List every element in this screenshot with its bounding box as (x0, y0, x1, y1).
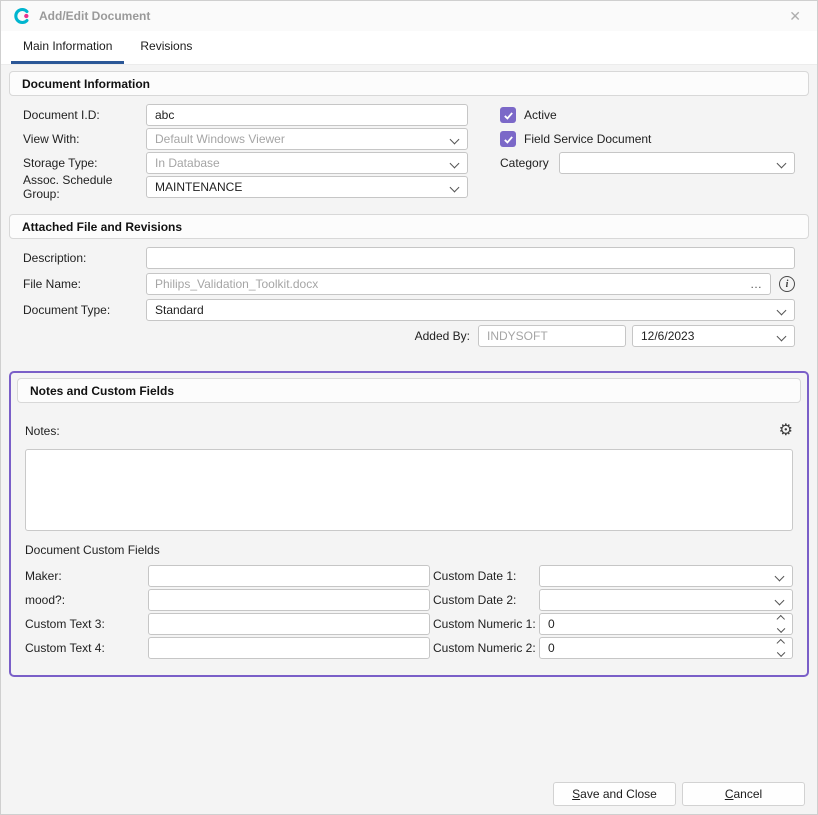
file-name-input[interactable] (146, 273, 771, 295)
storage-type-dropdown[interactable]: In Database (146, 152, 468, 174)
notes-textarea[interactable] (25, 449, 793, 531)
check-icon (503, 134, 514, 145)
mood-input[interactable] (148, 589, 430, 611)
title-bar: Add/Edit Document ✕ (1, 1, 817, 31)
schedule-group-dropdown[interactable]: MAINTENANCE (146, 176, 468, 198)
custom-numeric-2-stepper[interactable] (776, 640, 786, 655)
schedule-group-label: Assoc. Schedule Group: (23, 173, 146, 201)
custom-text-4-input[interactable] (148, 637, 430, 659)
active-label: Active (524, 108, 557, 122)
custom-text-3-label: Custom Text 3: (25, 617, 148, 631)
tab-main-information[interactable]: Main Information (11, 31, 124, 64)
maker-input[interactable] (148, 565, 430, 587)
document-type-dropdown[interactable]: Standard (146, 299, 795, 321)
browse-file-button[interactable]: … (748, 274, 764, 294)
custom-date-1-label: Custom Date 1: (433, 569, 539, 583)
check-icon (503, 110, 514, 121)
tab-revisions[interactable]: Revisions (128, 31, 204, 64)
gear-icon[interactable]: ⚙ (779, 423, 793, 439)
spinner-down-icon[interactable] (777, 624, 785, 632)
app-logo-icon (13, 7, 31, 25)
added-by-label: Added By: (415, 329, 470, 343)
category-dropdown[interactable] (559, 152, 795, 174)
cancel-button[interactable]: Cancel (682, 782, 805, 806)
custom-text-3-input[interactable] (148, 613, 430, 635)
view-with-label: View With: (23, 132, 146, 146)
custom-fields-grid: Maker: mood?: Custom Text 3: Custom Text… (25, 565, 793, 661)
dialog-content: Document Information Document I.D: View … (1, 65, 817, 677)
description-label: Description: (23, 251, 146, 265)
custom-numeric-2-label: Custom Numeric 2: (433, 641, 539, 655)
close-icon[interactable]: ✕ (785, 7, 805, 25)
section-header-attached-file: Attached File and Revisions (9, 214, 809, 239)
field-service-document-checkbox[interactable] (500, 131, 516, 147)
added-date-dropdown[interactable]: 12/6/2023 (632, 325, 795, 347)
file-info-icon[interactable]: i (779, 276, 795, 292)
custom-text-4-label: Custom Text 4: (25, 641, 148, 655)
document-custom-fields-label: Document Custom Fields (25, 543, 793, 557)
save-and-close-button[interactable]: Save and Close (553, 782, 676, 806)
mood-label: mood?: (25, 593, 148, 607)
category-label: Category (500, 156, 549, 170)
custom-date-2-label: Custom Date 2: (433, 593, 539, 607)
file-name-label: File Name: (23, 277, 146, 291)
custom-numeric-1-input[interactable] (539, 613, 793, 635)
custom-date-2-dropdown[interactable] (539, 589, 793, 611)
dialog-title: Add/Edit Document (39, 9, 150, 23)
section-header-document-information: Document Information (9, 71, 809, 96)
attached-file-body: Description: File Name: … i Document Typ… (9, 239, 809, 361)
document-information-body: Document I.D: View With: Default Windows… (9, 96, 809, 214)
section-header-notes-custom-fields: Notes and Custom Fields (17, 378, 801, 403)
field-service-document-label: Field Service Document (524, 132, 651, 146)
notes-label: Notes: (25, 424, 60, 438)
custom-numeric-1-stepper[interactable] (776, 616, 786, 631)
custom-numeric-1-label: Custom Numeric 1: (433, 617, 539, 631)
maker-label: Maker: (25, 569, 148, 583)
add-edit-document-dialog: Add/Edit Document ✕ Main Information Rev… (0, 0, 818, 815)
active-checkbox[interactable] (500, 107, 516, 123)
custom-numeric-2-input[interactable] (539, 637, 793, 659)
notes-and-custom-fields-section: Notes and Custom Fields Notes: ⚙ Documen… (9, 371, 809, 677)
tab-bar: Main Information Revisions (1, 31, 817, 65)
spinner-up-icon[interactable] (777, 639, 785, 647)
footer-button-bar: Save and Close Cancel (553, 782, 805, 806)
added-by-input[interactable] (478, 325, 626, 347)
document-id-input[interactable] (146, 104, 468, 126)
storage-type-label: Storage Type: (23, 156, 146, 170)
view-with-dropdown[interactable]: Default Windows Viewer (146, 128, 468, 150)
spinner-up-icon[interactable] (777, 615, 785, 623)
custom-date-1-dropdown[interactable] (539, 565, 793, 587)
document-type-label: Document Type: (23, 303, 146, 317)
document-id-label: Document I.D: (23, 108, 146, 122)
description-input[interactable] (146, 247, 795, 269)
spinner-down-icon[interactable] (777, 648, 785, 656)
